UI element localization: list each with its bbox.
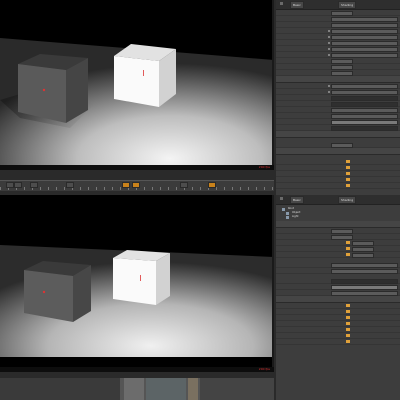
screen-top: 200 fps Basic Shading bbox=[0, 0, 400, 195]
selected-item-icon bbox=[346, 334, 350, 337]
3d-viewport-top[interactable] bbox=[0, 0, 274, 165]
tree-item-label: Root bbox=[288, 207, 294, 210]
selected-item-icon bbox=[346, 304, 350, 307]
toolbar-segment[interactable] bbox=[124, 378, 144, 400]
selected-item-icon bbox=[346, 172, 350, 175]
section-header[interactable] bbox=[276, 148, 400, 155]
property-field[interactable] bbox=[352, 253, 374, 258]
toolbar-segment[interactable] bbox=[146, 378, 186, 400]
attribute-panel-top: Basic Shading bbox=[276, 0, 400, 195]
autokey-button[interactable] bbox=[132, 182, 140, 188]
property-row bbox=[276, 252, 400, 258]
cube-left-top bbox=[18, 54, 88, 123]
panel-checkbox[interactable] bbox=[280, 197, 283, 200]
panel-header: Basic Shading bbox=[276, 195, 400, 205]
screen-bottom: 200 fps Basic Shading Root Object Light bbox=[0, 195, 400, 400]
viewport-status-bar: 200 fps bbox=[0, 165, 274, 170]
property-row bbox=[276, 268, 400, 274]
tree-item-label: Object bbox=[292, 211, 301, 214]
list-item[interactable] bbox=[276, 183, 400, 189]
selected-item-icon bbox=[346, 322, 350, 325]
bottom-toolbar-strip bbox=[0, 378, 274, 400]
list-item[interactable] bbox=[276, 339, 400, 345]
viewport-divider[interactable] bbox=[272, 195, 274, 367]
selected-item-icon bbox=[346, 253, 350, 256]
selected-item-icon bbox=[346, 328, 350, 331]
property-bullet-icon bbox=[328, 41, 330, 44]
section-header[interactable] bbox=[276, 76, 400, 83]
selected-item-icon bbox=[346, 184, 350, 187]
viewport-status-bar: 200 fps bbox=[0, 367, 274, 372]
tab-shading[interactable]: Shading bbox=[338, 1, 357, 9]
property-bullet-icon bbox=[328, 90, 330, 93]
property-bullet-icon bbox=[328, 35, 330, 38]
cube-left-bottom bbox=[24, 261, 91, 322]
attribute-panel-bottom: Basic Shading Root Object Light bbox=[276, 195, 400, 400]
rewind-button[interactable] bbox=[30, 182, 38, 188]
scene-render-top bbox=[0, 0, 274, 165]
tab-basic[interactable]: Basic bbox=[290, 196, 304, 204]
toolbar-segment[interactable] bbox=[200, 378, 274, 400]
selected-item-icon bbox=[346, 166, 350, 169]
toolbar-segment[interactable] bbox=[0, 378, 120, 400]
cube-right-bottom bbox=[113, 250, 170, 305]
property-bullet-icon bbox=[328, 29, 330, 32]
selected-item-icon bbox=[346, 241, 350, 244]
timeline-top[interactable] bbox=[0, 180, 274, 191]
key-button[interactable] bbox=[66, 182, 74, 188]
viewport-divider[interactable] bbox=[272, 0, 274, 165]
property-bullet-icon bbox=[328, 53, 330, 56]
node-icon bbox=[282, 207, 285, 211]
tree-item-label: Light bbox=[292, 215, 299, 218]
selected-item-icon bbox=[346, 160, 350, 163]
section-header[interactable] bbox=[276, 296, 400, 303]
selected-item-icon bbox=[346, 178, 350, 181]
fps-readout: 200 fps bbox=[258, 367, 270, 371]
tab-shading[interactable]: Shading bbox=[338, 196, 357, 204]
loop-button[interactable] bbox=[180, 182, 188, 188]
selected-item-icon bbox=[346, 316, 350, 319]
scene-render-bottom bbox=[0, 195, 274, 367]
tab-basic[interactable]: Basic bbox=[290, 1, 304, 9]
play-button[interactable] bbox=[6, 182, 14, 188]
panel-header: Basic Shading bbox=[276, 0, 400, 10]
frame-marker-button[interactable] bbox=[208, 182, 216, 188]
node-icon bbox=[286, 215, 289, 219]
section-header[interactable] bbox=[276, 221, 400, 228]
record-button[interactable] bbox=[122, 182, 130, 188]
cube-right-top bbox=[114, 44, 176, 107]
property-bullet-icon bbox=[328, 47, 330, 50]
tree-item[interactable]: Light bbox=[286, 215, 400, 219]
selected-item-icon bbox=[346, 247, 350, 250]
toolbar-segment[interactable] bbox=[188, 378, 198, 400]
fps-readout: 200 fps bbox=[258, 165, 270, 169]
property-bullet-icon bbox=[328, 84, 330, 87]
stop-button[interactable] bbox=[14, 182, 22, 188]
object-tree: Root Object Light bbox=[276, 205, 400, 221]
3d-viewport-bottom[interactable] bbox=[0, 195, 274, 367]
section-header[interactable] bbox=[276, 131, 400, 138]
property-field[interactable] bbox=[331, 269, 398, 274]
selected-item-icon bbox=[346, 310, 350, 313]
panel-checkbox[interactable] bbox=[280, 2, 283, 5]
selected-item-icon bbox=[346, 340, 350, 343]
